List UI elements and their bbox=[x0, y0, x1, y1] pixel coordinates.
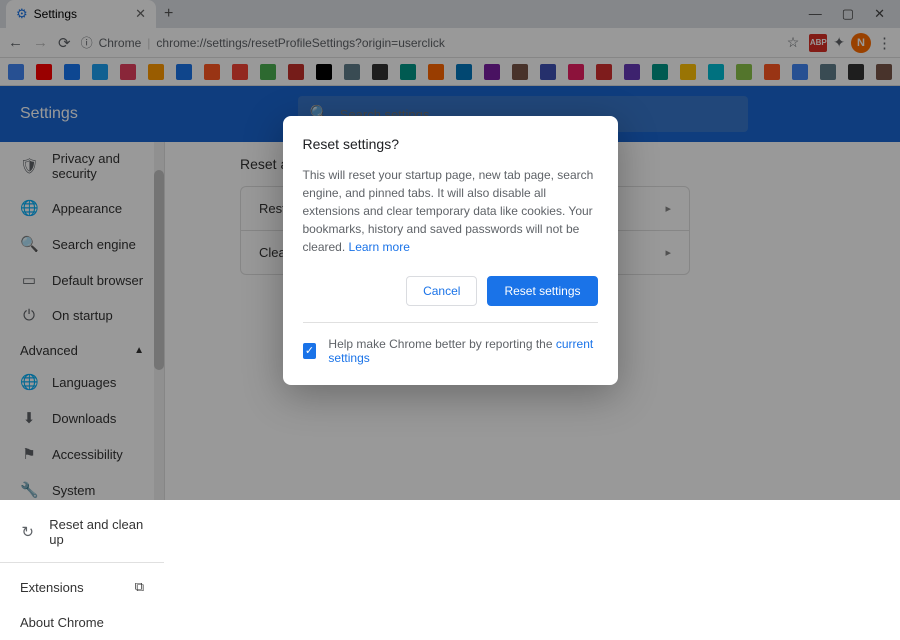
sidebar-icon: ↻ bbox=[20, 523, 35, 541]
sidebar-item-extensions[interactable]: Extensions ⧉ bbox=[0, 569, 164, 605]
dialog-title: Reset settings? bbox=[303, 136, 598, 152]
reset-dialog: Reset settings? This will reset your sta… bbox=[283, 116, 618, 385]
sidebar-label: Reset and clean up bbox=[49, 517, 144, 547]
learn-more-link[interactable]: Learn more bbox=[349, 240, 410, 254]
reset-settings-button[interactable]: Reset settings bbox=[487, 276, 597, 306]
sidebar-item-about[interactable]: About Chrome bbox=[0, 605, 164, 640]
dialog-body: This will reset your startup page, new t… bbox=[303, 166, 598, 256]
report-checkbox[interactable]: ✓ bbox=[303, 343, 317, 359]
modal-overlay: Reset settings? This will reset your sta… bbox=[0, 0, 900, 500]
sidebar-item[interactable]: ↻ Reset and clean up bbox=[0, 508, 164, 556]
external-link-icon: ⧉ bbox=[135, 579, 144, 595]
cancel-button[interactable]: Cancel bbox=[406, 276, 477, 306]
